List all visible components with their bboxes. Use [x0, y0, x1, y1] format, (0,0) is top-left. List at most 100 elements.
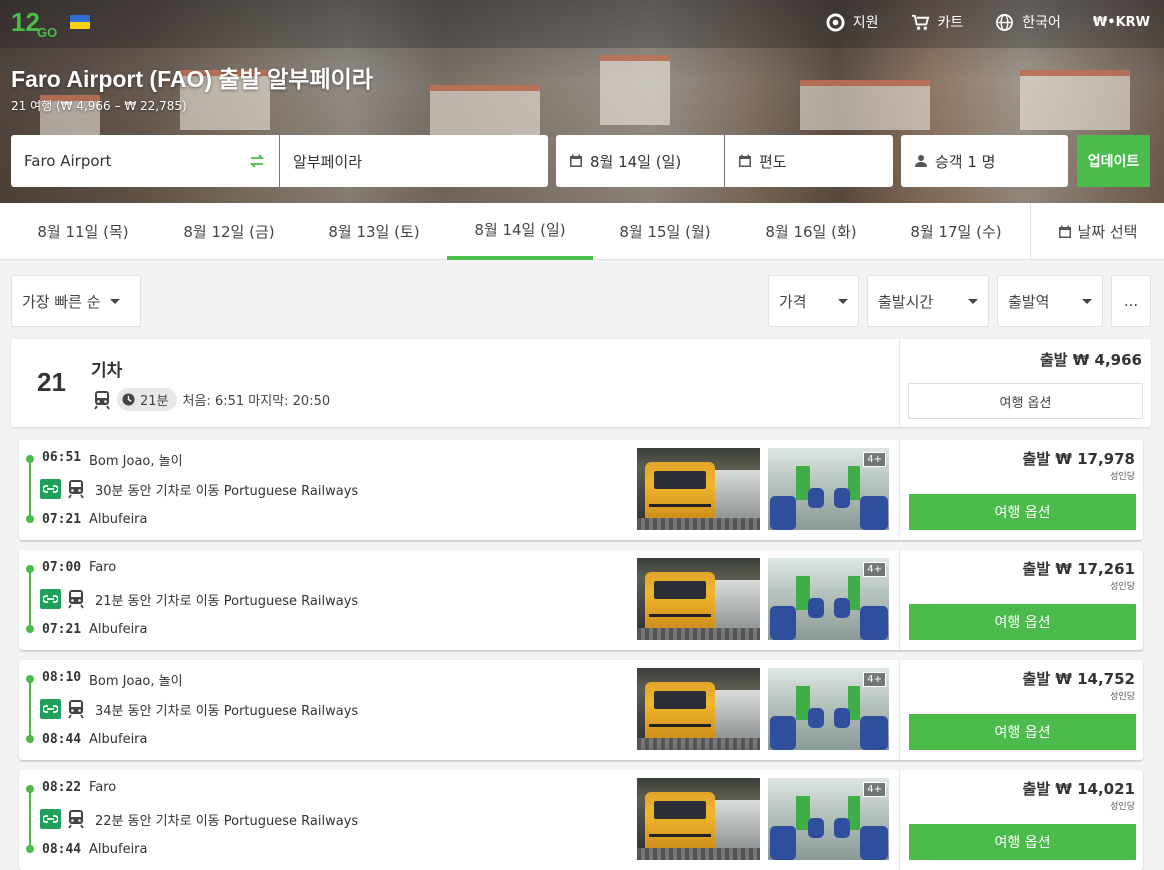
more-photos-badge[interactable]: 4+: [863, 452, 886, 467]
departure-time-filter[interactable]: 출발시간: [867, 275, 989, 327]
departure-station-label: 출발역: [1008, 292, 1050, 311]
trip-options-button[interactable]: 여행 옵션: [909, 714, 1136, 750]
calendar-icon: [570, 154, 582, 167]
trip-options-button[interactable]: 여행 옵션: [909, 604, 1136, 640]
price-filter-label: 가격: [779, 292, 807, 311]
sort-dropdown[interactable]: 가장 빠른 순: [11, 275, 141, 327]
train-front-shape: [645, 792, 715, 854]
duration-value: 21분: [140, 394, 169, 409]
trip-desc-text: 21분 동안 기차로 이동 Portuguese Railways: [95, 593, 359, 609]
date-tab[interactable]: 8월 13일 (토): [301, 203, 447, 260]
depart-date-field[interactable]: 8월 14일 (일): [556, 135, 724, 187]
train-icon: [68, 700, 84, 719]
calendar-icon: [739, 154, 751, 167]
background-house: [600, 55, 670, 125]
arrival-time: 07:21: [42, 512, 82, 527]
sort-label: 가장 빠른 순: [22, 292, 101, 311]
trip-description: 34분 동안 기차로 이동 Portuguese Railways: [40, 699, 358, 719]
globe-icon: [996, 13, 1014, 31]
date-tab[interactable]: 8월 11일 (목): [10, 203, 156, 260]
departure-station-filter[interactable]: 출발역: [997, 275, 1103, 327]
train-interior-photo[interactable]: 4+: [768, 778, 889, 860]
trip-description: 22분 동안 기차로 이동 Portuguese Railways: [40, 809, 358, 829]
ukraine-flag-icon: [70, 15, 90, 29]
date-tab[interactable]: 8월 12일 (금): [156, 203, 302, 260]
logo-12go[interactable]: 12 GO: [11, 5, 59, 41]
summary-from-price: 출발 ₩ 4,966: [1039, 351, 1142, 369]
trip-price: 출발 ₩ 14,021: [1022, 780, 1135, 798]
rail-shape: [637, 518, 760, 530]
background-house: [430, 85, 540, 140]
nav-support[interactable]: 지원: [826, 12, 879, 32]
date-picker-label: 날짜 선택: [1077, 223, 1138, 241]
train-front-shape: [645, 682, 715, 744]
train-interior-photo[interactable]: 4+: [768, 558, 889, 640]
trip-card[interactable]: 06:51 Bom Joao, 놀이 30분 동안 기차로 이동 Portugu…: [19, 440, 1143, 540]
trip-card[interactable]: 08:22 Faro 22분 동안 기차로 이동 Portuguese Rail…: [19, 770, 1143, 870]
train-exterior-photo[interactable]: [637, 558, 760, 640]
return-date-field[interactable]: 편도: [725, 135, 893, 187]
more-photos-badge[interactable]: 4+: [863, 672, 886, 687]
more-filters-button[interactable]: ...: [1111, 275, 1151, 327]
trip-card[interactable]: 08:10 Bom Joao, 놀이 34분 동안 기차로 이동 Portugu…: [19, 660, 1143, 760]
rail-shape: [637, 738, 760, 750]
nav-support-label: 지원: [852, 15, 879, 31]
train-interior-photo[interactable]: 4+: [768, 448, 889, 530]
duration-badge: 21분: [117, 388, 177, 411]
date-tab[interactable]: 8월 16일 (화): [738, 203, 884, 260]
departure-place: Bom Joao, 놀이: [89, 674, 183, 689]
price-filter[interactable]: 가격: [768, 275, 859, 327]
transport-mode: 기차: [91, 361, 123, 381]
seat-shape: [860, 496, 888, 530]
departure-place: Faro: [89, 560, 117, 575]
page-title: Faro Airport (FAO) 출발 알부페이라: [11, 66, 373, 92]
swap-icon[interactable]: [249, 153, 265, 169]
summary-options-button[interactable]: 여행 옵션: [908, 383, 1143, 419]
train-side-shape: [715, 800, 760, 850]
price-per-adult: 성인당: [1110, 472, 1135, 482]
train-interior-photo[interactable]: 4+: [768, 668, 889, 750]
more-photos-badge[interactable]: 4+: [863, 562, 886, 577]
background-house: [800, 80, 930, 130]
clock-icon: [122, 393, 135, 406]
more-photos-badge[interactable]: 4+: [863, 782, 886, 797]
train-exterior-photo[interactable]: [637, 448, 760, 530]
date-tab[interactable]: 8월 15일 (월): [592, 203, 738, 260]
nav-currency-label: ₩•KRW: [1092, 14, 1150, 30]
trip-options-button[interactable]: 여행 옵션: [909, 494, 1136, 530]
arrival-place: Albufeira: [89, 842, 148, 857]
nav-cart[interactable]: 카트: [911, 12, 963, 32]
more-filters-label: ...: [1123, 292, 1139, 310]
date-tab[interactable]: 8월 17일 (수): [883, 203, 1029, 260]
nav-language[interactable]: 한국어: [995, 12, 1061, 32]
caret-down-icon: [109, 298, 120, 304]
seat-shape: [860, 826, 888, 860]
train-icon: [68, 480, 84, 499]
trip-options-button[interactable]: 여행 옵션: [909, 824, 1136, 860]
summary-meta: 21분 처음: 6:51 마지막: 20:50: [93, 388, 330, 411]
arrival-place: Albufeira: [89, 622, 148, 637]
date-tab-active[interactable]: 8월 14일 (일): [447, 203, 593, 260]
first-last-times: 처음: 6:51 마지막: 20:50: [182, 394, 331, 409]
price-per-adult: 성인당: [1110, 692, 1135, 702]
update-button[interactable]: 업데이트: [1077, 135, 1150, 187]
passengers-field[interactable]: 승객 1 명: [901, 135, 1068, 187]
trip-price: 출발 ₩ 14,752: [1022, 670, 1135, 688]
to-field[interactable]: 알부페이라: [280, 135, 548, 187]
train-icon: [68, 590, 84, 609]
trip-card[interactable]: 07:00 Faro 21분 동안 기차로 이동 Portuguese Rail…: [19, 550, 1143, 650]
from-field[interactable]: Faro Airport: [11, 135, 279, 187]
date-picker-button[interactable]: 날짜 선택: [1030, 203, 1164, 260]
route-timeline: [26, 565, 34, 633]
caret-down-icon: [968, 298, 978, 304]
train-exterior-photo[interactable]: [637, 778, 760, 860]
operator-logo-icon: [40, 699, 61, 719]
seat-shape: [834, 488, 850, 508]
caret-down-icon: [838, 298, 848, 304]
arrival-time: 08:44: [42, 732, 82, 747]
departure-place: Bom Joao, 놀이: [89, 454, 183, 469]
trip-desc-text: 30분 동안 기차로 이동 Portuguese Railways: [95, 483, 359, 499]
trip-price: 출발 ₩ 17,261: [1022, 560, 1135, 578]
nav-currency[interactable]: ₩•KRW: [1093, 15, 1150, 30]
train-exterior-photo[interactable]: [637, 668, 760, 750]
